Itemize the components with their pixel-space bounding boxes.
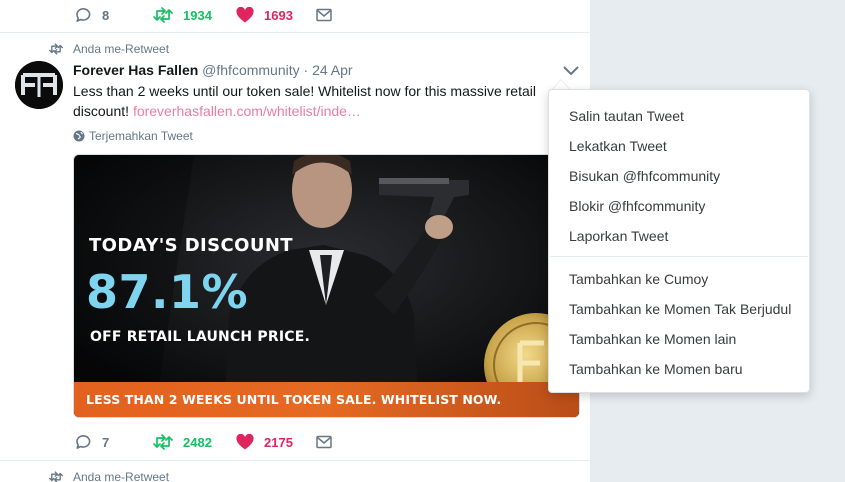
like-button[interactable]: 2175 [236,430,293,454]
promo-banner-text: LESS THAN 2 WEEKS UNTIL TOKEN SALE. WHIT… [86,392,502,407]
retweet-icon [153,434,173,450]
retweet-button[interactable]: 2482 [153,430,212,454]
chevron-down-icon [563,66,579,76]
reply-button[interactable]: 7 [75,430,109,454]
dm-button[interactable] [316,3,332,27]
dm-icon [316,8,332,22]
heart-icon [236,7,254,23]
fhf-logo [15,61,63,109]
menu-item-report[interactable]: Laporkan Tweet [569,228,668,244]
retweet-count: 1934 [183,7,212,23]
menu-item-add-untitled-moment[interactable]: Tambahkan ke Momen Tak Berjudul [569,301,791,317]
menu-item-embed[interactable]: Lekatkan Tweet [569,138,667,154]
retweet-context-label: Anda me-Retweet [73,470,170,482]
menu-item-add-new-moment[interactable]: Tambahkan ke Momen baru [569,361,743,377]
retweet-icon [49,471,63,482]
retweet-icon [49,43,63,55]
heart-icon [236,434,254,450]
prev-tweet-actions: 8 1934 1693 [0,3,590,27]
tweet-header: Forever Has Fallen @fhfcommunity · 24 Ap… [73,62,353,78]
promo-subline: OFF RETAIL LAUNCH PRICE. [90,329,311,345]
retweet-context: Anda me-Retweet [49,42,169,56]
retweet-context-label: Anda me-Retweet [73,42,170,56]
tweet-actions: 7 2482 2175 [0,430,590,454]
timeline: 8 1934 1693 Anda me-Retweet Forever Has … [0,0,590,482]
retweet-icon [153,7,173,23]
tweet-text: Less than 2 weeks until our token sale! … [73,81,553,121]
menu-divider [550,256,808,257]
tweet-divider [0,32,590,33]
retweet-context: Anda me-Retweet [49,470,169,482]
menu-item-mute[interactable]: Bisukan @fhfcommunity [569,168,720,184]
translate-label: Terjemahkan Tweet [89,129,193,143]
menu-item-copy-link[interactable]: Salin tautan Tweet [569,108,684,124]
menu-item-add-other-moment[interactable]: Tambahkan ke Momen lain [569,331,736,347]
translate-tweet[interactable]: Terjemahkan Tweet [73,129,193,143]
author-handle[interactable]: @fhfcommunity [202,62,299,78]
tweet-divider [0,460,590,461]
like-count: 1693 [264,7,293,23]
reply-icon [76,8,91,22]
header-separator: · [303,62,309,78]
dm-icon [316,435,332,449]
like-count: 2175 [264,434,293,450]
tweet-link[interactable]: foreverhasfallen.com/whitelist/inde… [133,103,361,119]
menu-item-block[interactable]: Blokir @fhfcommunity [569,198,705,214]
retweet-count: 2482 [183,434,212,450]
promo-percent: 87.1% [86,265,249,319]
tweet-options-menu: Salin tautan Tweet Lekatkan Tweet Bisuka… [548,89,810,393]
tweet-media[interactable]: TODAY'S DISCOUNT 87.1% OFF RETAIL LAUNCH… [73,154,580,418]
reply-icon [76,435,91,449]
menu-item-add-cumoy[interactable]: Tambahkan ke Cumoy [569,271,708,287]
like-button[interactable]: 1693 [236,3,293,27]
promo-headline: TODAY'S DISCOUNT [89,235,293,256]
dm-button[interactable] [316,430,332,454]
author-name[interactable]: Forever Has Fallen [73,62,198,78]
avatar[interactable] [15,61,63,109]
reply-count: 7 [102,434,110,450]
reply-button[interactable]: 8 [75,3,109,27]
retweet-button[interactable]: 1934 [153,3,212,27]
reply-count: 8 [102,7,110,23]
more-options-button[interactable] [562,64,580,78]
tweet-date[interactable]: 24 Apr [312,62,352,78]
globe-icon [73,130,85,142]
